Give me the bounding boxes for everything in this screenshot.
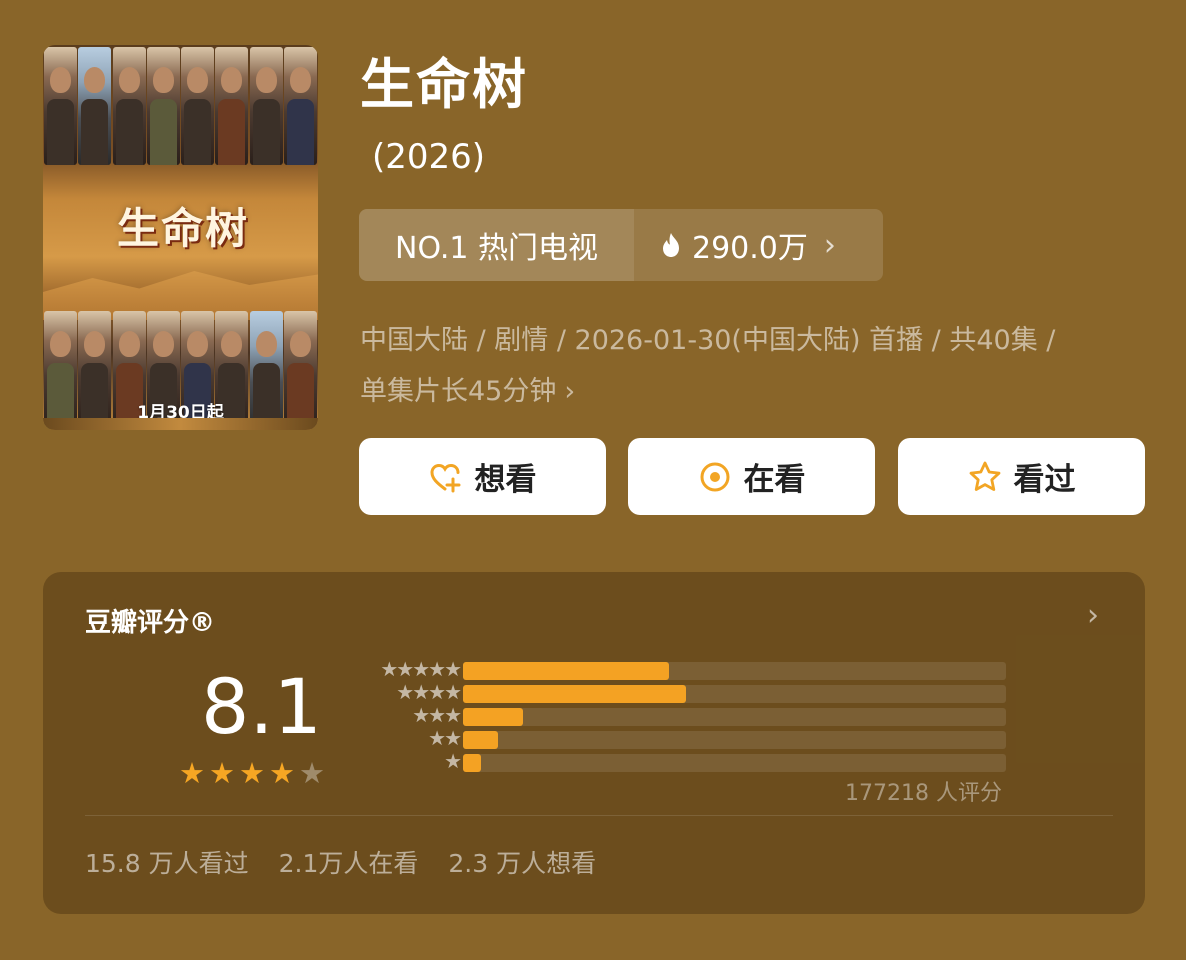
- heart-plus-icon: [429, 463, 460, 492]
- rating-bar-track: [463, 708, 1006, 726]
- cast-portrait: [44, 47, 77, 165]
- watching-button[interactable]: 在看: [628, 438, 875, 515]
- rating-bar-track: [463, 662, 1006, 680]
- rating-bar-fill: [463, 731, 498, 749]
- star-icon: [969, 461, 1000, 491]
- poster-cast-row-top: [43, 47, 318, 165]
- rating-bar-stars: ★★★★★: [380, 657, 462, 681]
- heat-value: 290.0万: [692, 231, 808, 266]
- target-circle-icon: [700, 462, 729, 491]
- poster-image[interactable]: 生命树 1月30日起: [43, 45, 318, 430]
- rating-bar-track: [463, 685, 1006, 703]
- want-to-watch-label: 想看: [474, 462, 537, 498]
- rating-bar-row: ★: [353, 750, 1013, 772]
- rating-bar-fill: [463, 685, 686, 703]
- divider: [85, 815, 1113, 816]
- watched-count: 15.8 万人看过: [85, 849, 249, 878]
- rating-card[interactable]: 豆瓣评分® › 8.1 ★ ★ ★ ★ ★ ★★★★★ ★★★★ ★★★ ★★ ★ 177218…: [43, 572, 1145, 914]
- want-to-watch-button[interactable]: 想看: [359, 438, 606, 515]
- cast-portrait: [146, 47, 180, 165]
- star-filled-icon: ★: [179, 756, 205, 790]
- cast-portrait: [283, 47, 317, 165]
- rating-bar-fill: [463, 708, 523, 726]
- watched-label: 看过: [1013, 462, 1076, 498]
- chevron-right-icon[interactable]: ›: [1087, 598, 1099, 633]
- rating-bar-stars: ★★★: [412, 703, 462, 727]
- rating-count: 177218 人评分: [845, 781, 1002, 806]
- ranking-badge[interactable]: NO.1 热门电视 290.0万 ›: [359, 209, 883, 281]
- rating-bar-fill: [463, 754, 481, 772]
- heat-value-container: 290.0万 ›: [634, 209, 883, 281]
- star-empty-icon: ★: [299, 756, 325, 790]
- watched-button[interactable]: 看过: [898, 438, 1145, 515]
- movie-detail-page: 生命树 1月30日起 生命树 (2026) NO.1 热门电视 290.0万 ›…: [0, 0, 1186, 960]
- rating-bar-track: [463, 731, 1006, 749]
- poster-logo: 生命树: [116, 204, 249, 253]
- page-title: 生命树: [360, 53, 528, 116]
- ranking-label: NO.1 热门电视: [359, 209, 634, 281]
- rating-stars: ★ ★ ★ ★ ★: [179, 758, 325, 788]
- meta-line-1: 中国大陆 / 剧情 / 2026-01-30(中国大陆) 首播 / 共40集 /: [360, 325, 1056, 356]
- want-count: 2.3 万人想看: [448, 849, 597, 878]
- cast-portrait: [249, 47, 283, 165]
- cast-portrait: [78, 47, 112, 165]
- meta-line-2: 单集片长45分钟: [360, 376, 557, 407]
- rating-score: 8.1: [201, 662, 322, 751]
- chevron-right-icon: ›: [564, 376, 576, 407]
- rating-bar-row: ★★★★: [353, 681, 1013, 703]
- audience-stats: 15.8 万人看过 2.1万人在看 2.3 万人想看: [85, 844, 596, 880]
- poster-footer: [43, 418, 318, 430]
- cast-portrait: [215, 47, 249, 165]
- meta-info[interactable]: 中国大陆 / 剧情 / 2026-01-30(中国大陆) 首播 / 共40集 /…: [360, 315, 1150, 417]
- chevron-right-icon: ›: [823, 227, 836, 263]
- rating-bar-row: ★★: [353, 727, 1013, 749]
- cast-portrait: [112, 47, 146, 165]
- star-filled-icon: ★: [239, 756, 265, 790]
- watching-count: 2.1万人在看: [278, 849, 419, 878]
- rating-bar-track: [463, 754, 1006, 772]
- star-filled-icon: ★: [269, 756, 295, 790]
- watching-label: 在看: [743, 462, 806, 498]
- rating-bar-stars: ★★: [428, 726, 462, 750]
- rating-bar-row: ★★★★★: [353, 658, 1013, 680]
- cast-portrait: [181, 47, 215, 165]
- rating-bar-row: ★★★: [353, 704, 1013, 726]
- release-year: (2026): [372, 137, 486, 177]
- star-filled-icon: ★: [209, 756, 235, 790]
- poster-landscape: [43, 271, 318, 320]
- rating-title: 豆瓣评分®: [85, 608, 216, 638]
- rating-bar-stars: ★: [444, 749, 462, 773]
- flame-icon: [663, 233, 679, 257]
- rating-bar-fill: [463, 662, 669, 680]
- meta-line-2-container: 单集片长45分钟 ›: [360, 366, 1150, 417]
- rating-bar-stars: ★★★★: [396, 680, 462, 704]
